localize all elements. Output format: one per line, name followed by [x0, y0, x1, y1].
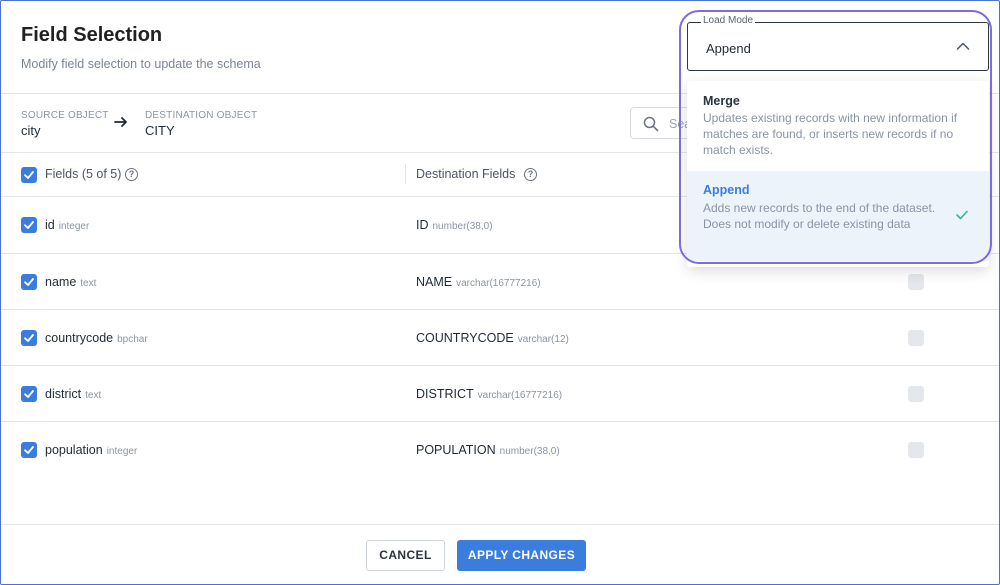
load-mode-select[interactable]: Append	[687, 22, 989, 71]
field-name: id integer	[45, 218, 90, 232]
chevron-up-icon	[956, 42, 970, 50]
field-type: text	[80, 278, 97, 289]
checkmark-icon	[956, 210, 968, 220]
field-name: name text	[45, 275, 97, 289]
destination-field-name: NAME varchar(16777216)	[416, 275, 541, 289]
destination-field-name: ID number(38,0)	[416, 218, 493, 232]
destination-field-type: varchar(12)	[517, 334, 569, 345]
destination-field-type: number(38,0)	[432, 221, 493, 232]
field-name: district text	[45, 387, 102, 401]
field-type: bpchar	[117, 334, 148, 345]
source-object-label: SOURCE OBJECT	[21, 110, 109, 121]
load-mode-option-append[interactable]: Append Adds new records to the end of th…	[687, 171, 989, 261]
destination-field-name: COUNTRYCODE varchar(12)	[416, 331, 569, 345]
field-name: population integer	[45, 443, 138, 457]
row-checkbox[interactable]	[21, 442, 37, 458]
row-checkbox[interactable]	[21, 217, 37, 233]
cancel-button[interactable]: CANCEL	[366, 540, 445, 571]
column-separator	[405, 164, 406, 184]
field-type: integer	[58, 221, 90, 232]
row-checkbox[interactable]	[21, 274, 37, 290]
row-option-checkbox[interactable]	[908, 442, 924, 458]
destination-field-name: DISTRICT varchar(16777216)	[416, 387, 563, 401]
field-name: countrycode bpchar	[45, 331, 148, 345]
destination-field-type: varchar(16777216)	[456, 278, 541, 289]
load-mode-label: Load Mode	[701, 15, 756, 26]
field-type: text	[85, 390, 102, 401]
load-mode-option-merge[interactable]: Merge Updates existing records with new …	[687, 81, 989, 169]
destination-field-type: varchar(16777216)	[477, 390, 563, 401]
arrow-right-icon	[114, 117, 127, 127]
row-option-checkbox[interactable]	[908, 274, 924, 290]
divider	[1, 524, 999, 525]
option-description: Adds new records to the end of the datas…	[703, 201, 936, 231]
destination-object-label: DESTINATION OBJECT	[145, 110, 258, 121]
field-type: integer	[106, 446, 138, 457]
row-checkbox[interactable]	[21, 330, 37, 346]
option-title: Merge	[703, 94, 740, 108]
source-object-value: city	[21, 123, 41, 138]
destination-field-type: number(38,0)	[499, 446, 560, 457]
select-all-checkbox[interactable]	[21, 167, 37, 183]
row-option-checkbox[interactable]	[908, 386, 924, 402]
divider	[1, 421, 999, 422]
divider	[1, 365, 999, 366]
row-checkbox[interactable]	[21, 386, 37, 402]
help-circle-icon[interactable]: ?	[125, 168, 138, 181]
fields-header: Fields (5 of 5)	[45, 167, 122, 181]
load-mode-options: Merge Updates existing records with new …	[687, 81, 989, 267]
destination-object-value: CITY	[145, 123, 175, 138]
dialog: Field Selection Modify field selection t…	[0, 0, 1000, 585]
search-icon	[643, 116, 659, 132]
destination-field-name: POPULATION number(38,0)	[416, 443, 560, 457]
divider	[1, 309, 999, 310]
page-subtitle: Modify field selection to update the sch…	[21, 57, 261, 71]
help-circle-icon[interactable]: ?	[524, 168, 537, 181]
apply-changes-button[interactable]: APPLY CHANGES	[457, 540, 586, 571]
row-option-checkbox[interactable]	[908, 330, 924, 346]
option-title: Append	[703, 183, 750, 197]
option-description: Updates existing records with new inform…	[703, 111, 958, 157]
destination-fields-header: Destination Fields	[416, 167, 516, 181]
load-mode-selected: Append	[706, 41, 751, 56]
page-title: Field Selection	[21, 24, 163, 46]
